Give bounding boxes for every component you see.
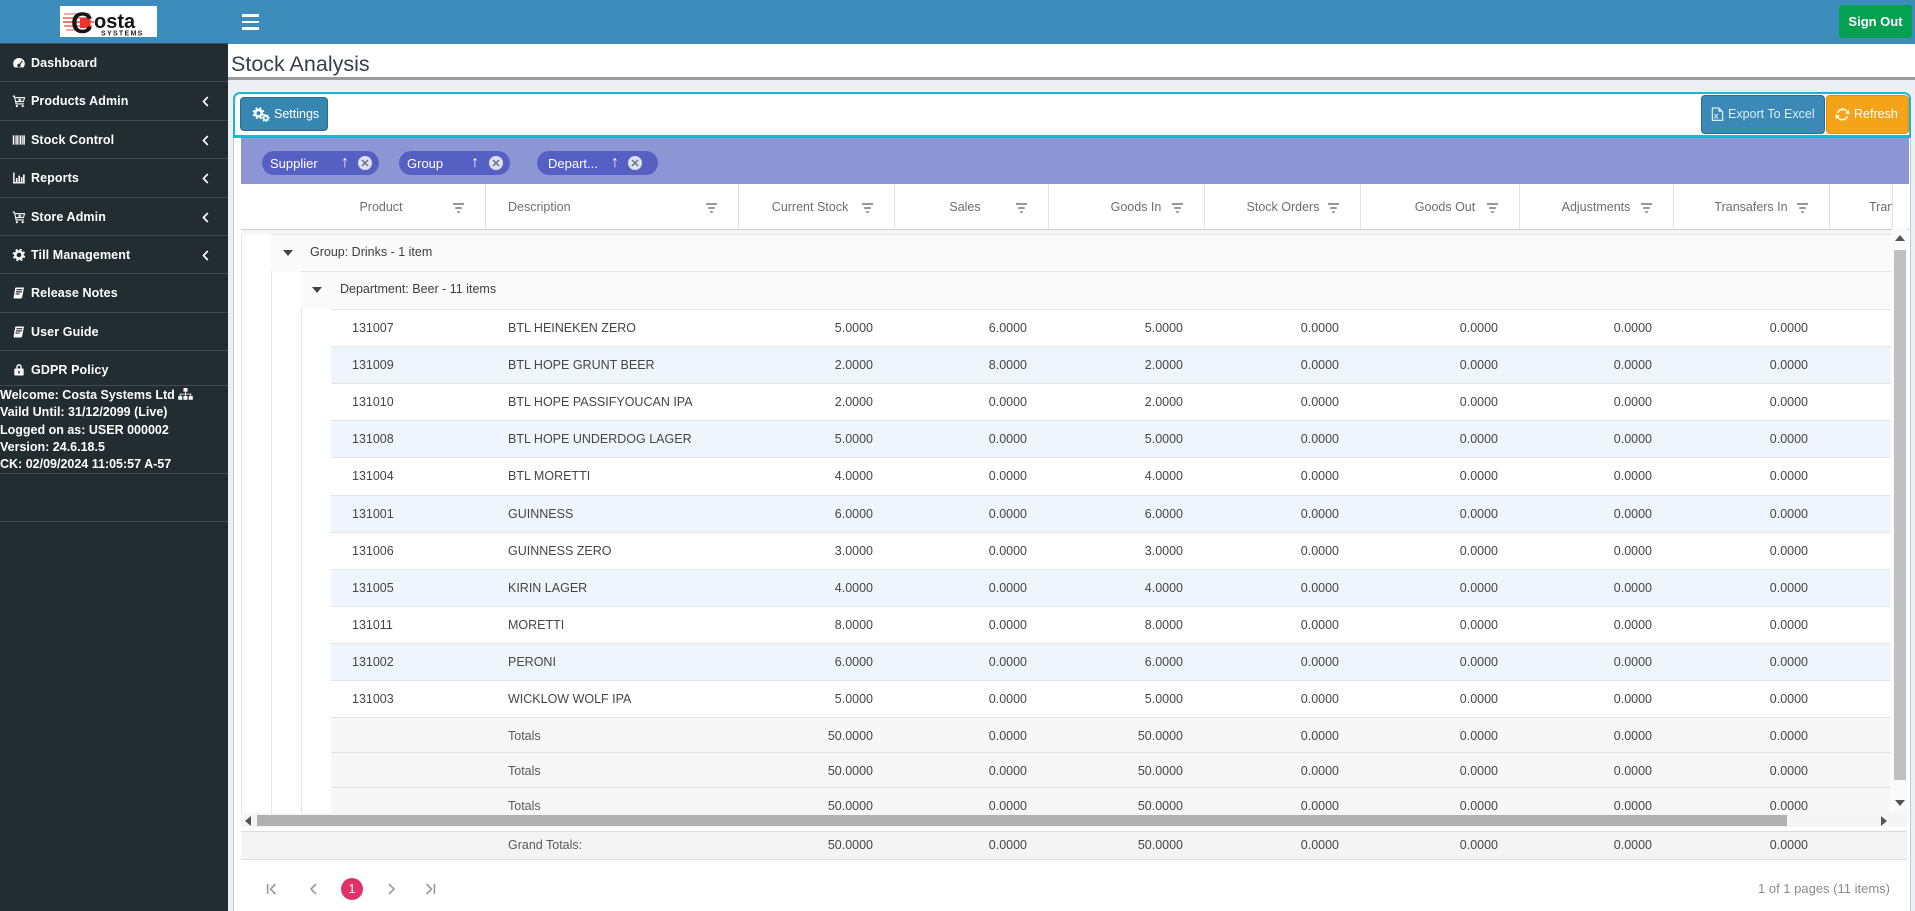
svg-text:C: C xyxy=(71,7,93,37)
svg-text:x: x xyxy=(1714,110,1719,120)
svg-text:SYSTEMS: SYSTEMS xyxy=(101,31,144,38)
